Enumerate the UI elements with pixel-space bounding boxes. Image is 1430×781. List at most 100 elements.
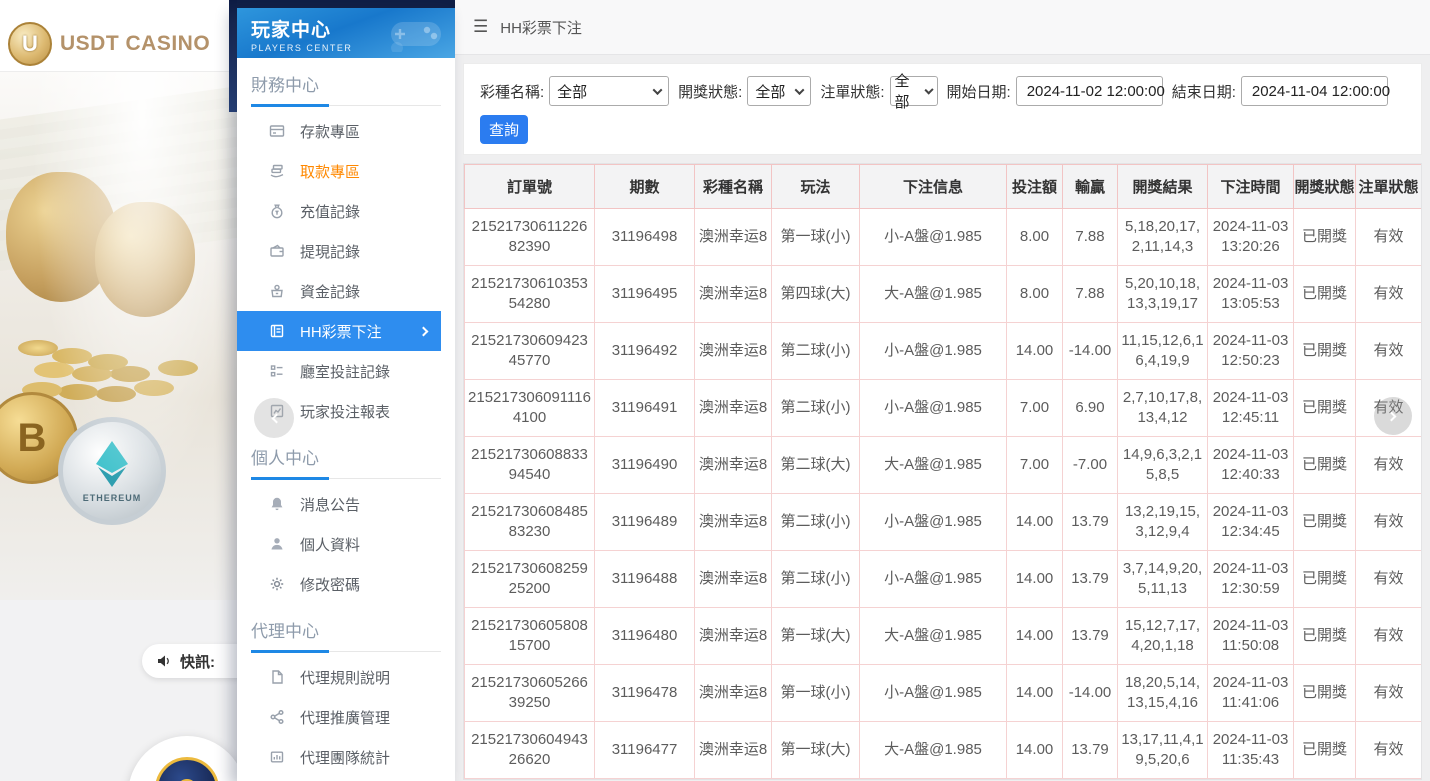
table-cell: 澳洲幸运8 bbox=[695, 380, 772, 437]
column-header: 開獎狀態 bbox=[1294, 165, 1356, 209]
table-cell: 14.00 bbox=[1007, 665, 1063, 722]
table-cell: 2024-11-03 11:50:08 bbox=[1208, 608, 1294, 665]
table-cell: 2024-11-03 11:35:43 bbox=[1208, 722, 1294, 779]
section-divider bbox=[251, 478, 441, 479]
chevron-left-icon bbox=[271, 413, 281, 423]
section-title-agent: 代理中心 bbox=[251, 617, 441, 642]
end-date-value: 2024-11-04 12:00:00 bbox=[1252, 83, 1390, 100]
section-divider bbox=[251, 651, 441, 652]
section-title-personal: 個人中心 bbox=[251, 444, 441, 469]
table-cell: 2152173060825925200 bbox=[465, 551, 595, 608]
order-status-select[interactable]: 全部 bbox=[890, 76, 938, 106]
dark-banner-sliver bbox=[229, 0, 237, 112]
table-cell: 大-A盤@1.985 bbox=[860, 437, 1007, 494]
column-header: 下注時間 bbox=[1208, 165, 1294, 209]
table-row: 215217306091116410031196491澳洲幸运8第二球(小)小-… bbox=[465, 380, 1422, 437]
site-header: U USDT CASINO bbox=[0, 0, 237, 72]
draw-status-select[interactable]: 全部 bbox=[747, 76, 811, 106]
table-cell: 澳洲幸运8 bbox=[695, 323, 772, 380]
sidebar-item-announcements[interactable]: 消息公告 bbox=[251, 484, 441, 524]
query-button[interactable]: 查詢 bbox=[480, 115, 528, 144]
table-cell: 31196477 bbox=[595, 722, 695, 779]
table-cell: 31196495 bbox=[595, 266, 695, 323]
item-label: 代理規則說明 bbox=[300, 667, 390, 688]
column-header: 玩法 bbox=[772, 165, 860, 209]
menu-toggle-icon[interactable]: ☰ bbox=[473, 17, 488, 37]
end-date-input[interactable]: 2024-11-04 12:00:00 bbox=[1241, 76, 1388, 106]
table-cell: 已開獎 bbox=[1294, 209, 1356, 266]
table-cell: 澳洲幸运8 bbox=[695, 608, 772, 665]
bets-table: 訂單號期數彩種名稱玩法下注信息投注額輸贏開獎結果下注時間開獎狀態注單狀態 215… bbox=[463, 163, 1422, 780]
item-label: 修改密碼 bbox=[300, 574, 360, 595]
table-cell: 2152173060526639250 bbox=[465, 665, 595, 722]
sidebar-header: 玩家中心 PLAYERS CENTER bbox=[237, 8, 455, 58]
usdt-casino-logo[interactable]: U USDT CASINO bbox=[0, 22, 237, 66]
table-cell: 有效 bbox=[1356, 494, 1422, 551]
checklist-icon bbox=[269, 363, 285, 379]
sidebar-item-agent-rules[interactable]: 代理規則說明 bbox=[251, 657, 441, 697]
table-cell: 已開獎 bbox=[1294, 722, 1356, 779]
sidebar-item-profile[interactable]: 個人資料 bbox=[251, 524, 441, 564]
table-cell: 15,12,7,17,4,20,1,18 bbox=[1118, 608, 1208, 665]
sidebar-item-room-bet-record[interactable]: 廳室投註記錄 bbox=[251, 351, 441, 391]
section-divider bbox=[251, 105, 441, 106]
table-cell: 2152173060848583230 bbox=[465, 494, 595, 551]
sidebar-item-withdraw[interactable]: 取款專區 bbox=[251, 151, 441, 191]
gear-icon bbox=[269, 576, 285, 592]
table-cell: 有效 bbox=[1356, 608, 1422, 665]
page-title: HH彩票下注 bbox=[500, 17, 582, 38]
table-cell: 6.90 bbox=[1063, 380, 1118, 437]
table-cell: 2152173060883394540 bbox=[465, 437, 595, 494]
table-row: 215217306088339454031196490澳洲幸运8第二球(大)大-… bbox=[465, 437, 1422, 494]
table-cell: 2024-11-03 13:05:53 bbox=[1208, 266, 1294, 323]
sidebar-item-agent-promotion[interactable]: 代理推廣管理 bbox=[251, 697, 441, 737]
table-cell: 14.00 bbox=[1007, 551, 1063, 608]
column-header: 期數 bbox=[595, 165, 695, 209]
table-row: 215217306052663925031196478澳洲幸运8第一球(小)小-… bbox=[465, 665, 1422, 722]
table-row-partial bbox=[465, 779, 1422, 781]
sidebar-item-recharge-record[interactable]: 充值記錄 bbox=[251, 191, 441, 231]
sidebar-item-agent-report-detail[interactable]: 代理報表明細 bbox=[251, 777, 441, 781]
floating-coin-button[interactable] bbox=[155, 757, 219, 781]
table-cell: 31196490 bbox=[595, 437, 695, 494]
table-cell: 有效 bbox=[1356, 722, 1422, 779]
brand-name: USDT CASINO bbox=[60, 32, 210, 56]
lottery-name-select[interactable]: 全部 bbox=[549, 76, 669, 106]
table-cell: -14.00 bbox=[1063, 665, 1118, 722]
sidebar-item-withdrawal-record[interactable]: 提現記錄 bbox=[251, 231, 441, 271]
sidebar-item-agent-team-stats[interactable]: 代理團隊統計 bbox=[251, 737, 441, 777]
table-cell: 有效 bbox=[1356, 209, 1422, 266]
item-label: 廳室投註記錄 bbox=[300, 361, 390, 382]
wallet-icon bbox=[269, 243, 285, 259]
lottery-name-label: 彩種名稱: bbox=[480, 81, 544, 102]
column-header: 下注信息 bbox=[860, 165, 1007, 209]
table-cell: 2,7,10,17,8,13,4,12 bbox=[1118, 380, 1208, 437]
table-cell: 小-A盤@1.985 bbox=[860, 551, 1007, 608]
sidebar-item-change-password[interactable]: 修改密碼 bbox=[251, 564, 441, 604]
table-cell: 澳洲幸运8 bbox=[695, 494, 772, 551]
draw-status-label: 開獎狀態: bbox=[678, 81, 742, 102]
column-header: 投注額 bbox=[1007, 165, 1063, 209]
scroll-right-button[interactable] bbox=[1374, 397, 1412, 435]
news-ticker[interactable]: 快訊: bbox=[142, 644, 237, 678]
table-cell: 2024-11-03 12:34:45 bbox=[1208, 494, 1294, 551]
topbar: ☰ HH彩票下注 bbox=[455, 0, 1430, 55]
table-row: 215217306084858323031196489澳洲幸运8第二球(小)小-… bbox=[465, 494, 1422, 551]
table-cell: 5,20,10,18,13,3,19,17 bbox=[1118, 266, 1208, 323]
table-cell: 已開獎 bbox=[1294, 437, 1356, 494]
table-cell: 14,9,6,3,2,15,8,5 bbox=[1118, 437, 1208, 494]
sidebar-collapse-button[interactable] bbox=[254, 398, 294, 438]
column-header: 輸贏 bbox=[1063, 165, 1118, 209]
table-cell: 大-A盤@1.985 bbox=[860, 608, 1007, 665]
item-label: 資金記錄 bbox=[300, 281, 360, 302]
sidebar-item-deposit[interactable]: 存款專區 bbox=[251, 111, 441, 151]
sidebar: 玩家中心 PLAYERS CENTER 財務中心 存款專區 取款專區 bbox=[237, 8, 455, 781]
item-label: 充值記錄 bbox=[300, 201, 360, 222]
table-cell: 大-A盤@1.985 bbox=[860, 266, 1007, 323]
table-cell: 13.79 bbox=[1063, 722, 1118, 779]
start-date-input[interactable]: 2024-11-02 12:00:00 bbox=[1016, 76, 1163, 106]
table-cell: 14.00 bbox=[1007, 722, 1063, 779]
sidebar-item-hh-lottery-bets[interactable]: HH彩票下注 bbox=[237, 311, 441, 351]
sidebar-item-funds-record[interactable]: 資金記錄 bbox=[251, 271, 441, 311]
item-label: 個人資料 bbox=[300, 534, 360, 555]
